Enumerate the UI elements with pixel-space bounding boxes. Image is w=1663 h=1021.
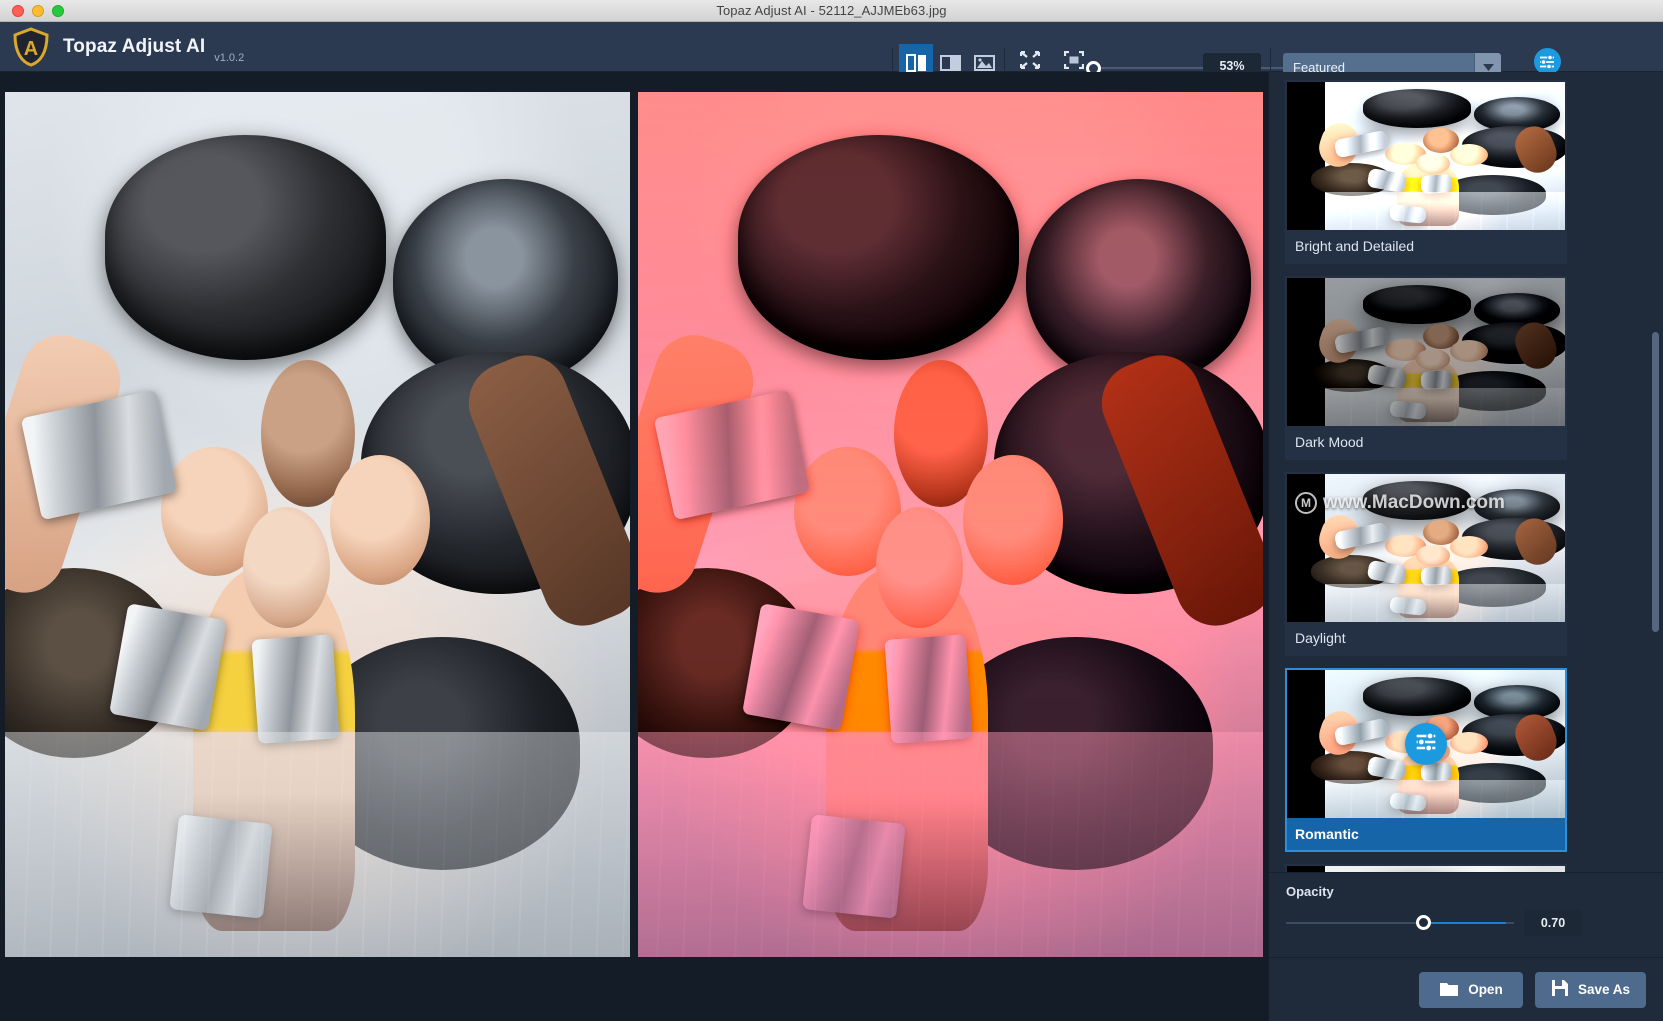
- fit-icon: [1019, 50, 1041, 74]
- preset-item-bright-and-detailed[interactable]: Bright and Detailed: [1285, 80, 1567, 264]
- window-title: Topaz Adjust AI - 52112_AJJMEb63.jpg: [716, 3, 947, 18]
- svg-text:A: A: [24, 38, 38, 60]
- dual-pane-icon: [905, 54, 927, 72]
- actual-size-icon: [1063, 50, 1085, 74]
- preset-name: Daylight: [1287, 622, 1565, 654]
- maximize-window-button[interactable]: [52, 4, 64, 17]
- watermark-text: www.MacDown.com: [1323, 492, 1505, 513]
- preset-thumbnail: [1287, 278, 1565, 426]
- minimize-window-button[interactable]: [32, 4, 44, 17]
- opacity-slider-handle[interactable]: [1416, 915, 1431, 930]
- folder-icon: [1439, 980, 1459, 1000]
- original-image: [5, 92, 630, 957]
- image-viewport[interactable]: [0, 72, 1268, 1021]
- app-name: Topaz Adjust AI: [63, 35, 206, 57]
- window-titlebar: Topaz Adjust AI - 52112_AJJMEb63.jpg: [0, 0, 1663, 22]
- preset-name: Bright and Detailed: [1287, 230, 1565, 262]
- opacity-control: Opacity 0.70: [1269, 872, 1663, 957]
- opacity-label: Opacity: [1286, 884, 1334, 899]
- preset-name: Romantic: [1287, 818, 1565, 850]
- opacity-slider-fill: [1424, 922, 1506, 924]
- processed-image-pane[interactable]: [638, 92, 1263, 957]
- app-version: v1.0.2: [214, 51, 245, 64]
- site-watermark: M www.MacDown.com: [1295, 492, 1505, 514]
- open-button[interactable]: Open: [1418, 971, 1523, 1008]
- preset-list-scrollbar[interactable]: [1652, 332, 1659, 632]
- close-window-button[interactable]: [12, 4, 24, 17]
- sliders-icon: [1414, 730, 1438, 759]
- watermark-logo-icon: M: [1295, 492, 1317, 514]
- preset-sidebar: Bright and Detailed Dark Mood M www.MacD…: [1268, 72, 1663, 1021]
- opacity-value: 0.70: [1524, 910, 1582, 936]
- open-button-label: Open: [1468, 982, 1503, 997]
- preset-item-romantic[interactable]: Romantic: [1285, 668, 1567, 852]
- preset-name: Dark Mood: [1287, 426, 1565, 458]
- floppy-disk-icon: [1551, 979, 1569, 1000]
- preset-item-next[interactable]: [1285, 864, 1567, 872]
- split-pane-icon: [939, 54, 961, 72]
- preset-item-dark-mood[interactable]: Dark Mood: [1285, 276, 1567, 460]
- app-logo-icon: A: [12, 26, 50, 67]
- preset-list[interactable]: Bright and Detailed Dark Mood M www.MacD…: [1269, 72, 1663, 872]
- original-image-icon: [973, 54, 995, 72]
- save-as-button[interactable]: Save As: [1534, 971, 1646, 1008]
- preset-thumbnail: [1287, 82, 1565, 230]
- save-as-button-label: Save As: [1577, 982, 1630, 997]
- app-toolbar: A Topaz Adjust AI v1.0.2 Dual Spli: [0, 22, 1663, 92]
- sliders-icon: [1533, 48, 1561, 75]
- preset-thumbnail: [1287, 670, 1565, 818]
- applied-preset-badge: [1405, 723, 1447, 765]
- preset-thumbnail: M www.MacDown.com: [1287, 474, 1565, 622]
- processed-image: [638, 92, 1263, 957]
- preset-item-daylight[interactable]: M www.MacDown.com Daylight: [1285, 472, 1567, 656]
- traffic-light-buttons: [12, 4, 64, 17]
- sidebar-actions: Open Save As: [1269, 957, 1663, 1021]
- app-brand: A Topaz Adjust AI v1.0.2: [0, 26, 245, 67]
- original-image-pane[interactable]: [5, 92, 630, 957]
